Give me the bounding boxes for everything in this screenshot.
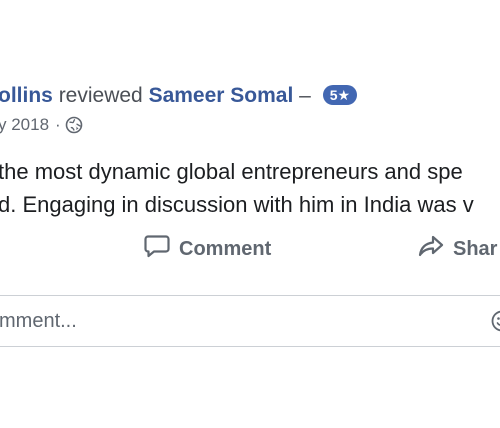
rating-badge: 5★ bbox=[322, 85, 358, 105]
share-button[interactable]: Shar bbox=[417, 232, 497, 266]
reviewed-label: reviewed bbox=[58, 84, 143, 107]
review-body-line: the most dynamic global entrepreneurs an… bbox=[0, 159, 463, 184]
post-date-link[interactable]: y 2018 bbox=[0, 115, 49, 134]
reviewee-name-link[interactable]: Sameer Somal bbox=[149, 84, 294, 107]
share-button-label: Shar bbox=[453, 237, 498, 260]
meta-separator: · bbox=[55, 115, 61, 134]
share-arrow-icon bbox=[417, 232, 453, 266]
emoji-icon[interactable] bbox=[491, 310, 500, 332]
comment-composer: mment... bbox=[0, 295, 500, 347]
review-body-line: d. Engaging in discussion with him in In… bbox=[0, 192, 474, 217]
speech-bubble-icon bbox=[143, 232, 179, 266]
review-body: the most dynamic global entrepreneurs an… bbox=[0, 155, 474, 221]
reviewer-name-link[interactable]: ollins bbox=[0, 84, 53, 107]
comment-button-label: Comment bbox=[179, 237, 272, 260]
post-actions-bar: Comment Shar bbox=[0, 232, 500, 266]
review-header: ollins reviewed Sameer Somal – 5★ bbox=[0, 82, 358, 110]
globe-icon[interactable] bbox=[65, 116, 83, 141]
header-dash: – bbox=[299, 84, 311, 107]
comment-button[interactable]: Comment bbox=[143, 232, 271, 266]
review-post: ollins reviewed Sameer Somal – 5★ y 2018… bbox=[0, 0, 500, 428]
post-meta: y 2018 · bbox=[0, 113, 83, 141]
comment-input[interactable]: mment... bbox=[0, 310, 77, 333]
